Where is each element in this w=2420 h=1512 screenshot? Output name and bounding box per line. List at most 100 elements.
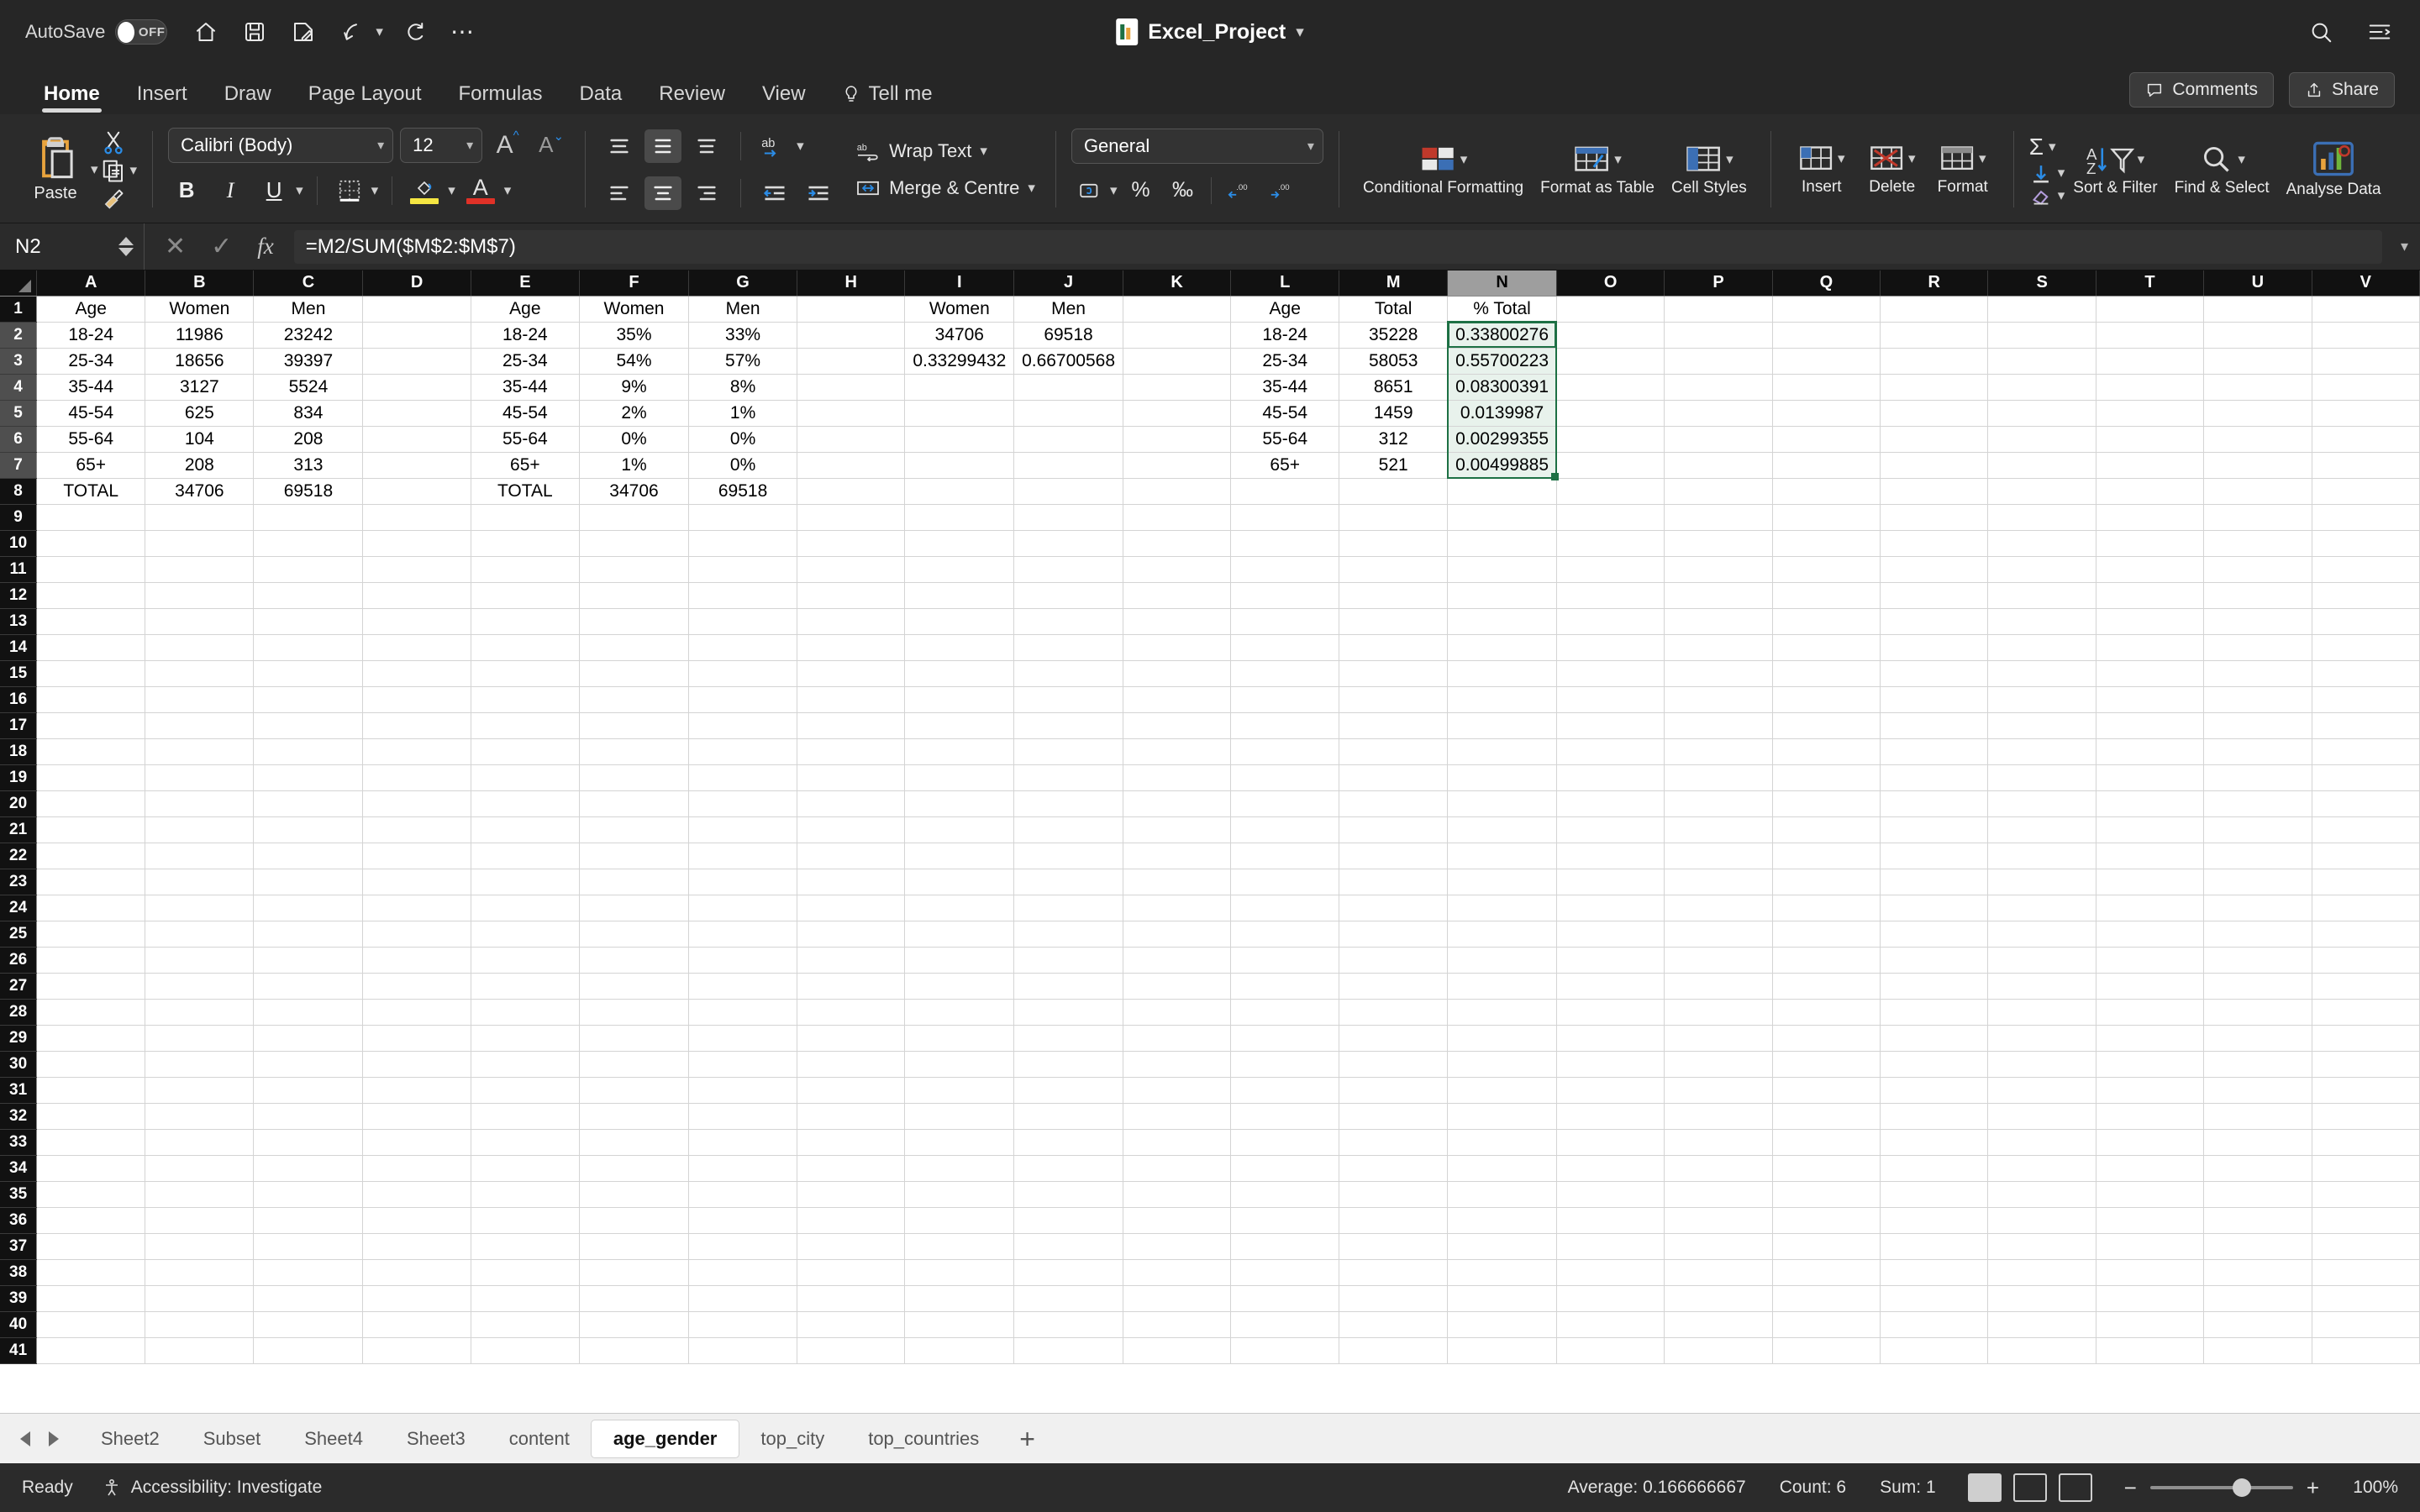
cell-m25[interactable] bbox=[1339, 921, 1449, 948]
cell-e6[interactable]: 55-64 bbox=[471, 426, 580, 453]
cell-m23[interactable] bbox=[1339, 869, 1449, 895]
cell-v1[interactable] bbox=[2312, 296, 2420, 323]
cell-e31[interactable] bbox=[471, 1077, 580, 1104]
cell-d2[interactable] bbox=[362, 322, 471, 349]
cell-a33[interactable] bbox=[36, 1129, 146, 1156]
orientation-button[interactable]: ab bbox=[756, 129, 793, 163]
cell-c13[interactable] bbox=[253, 608, 364, 635]
sheet-next-arrow-icon[interactable] bbox=[49, 1431, 59, 1446]
cell-e27[interactable] bbox=[471, 973, 580, 1000]
cell-n6[interactable]: 0.00299355 bbox=[1447, 426, 1557, 453]
cell-p38[interactable] bbox=[1664, 1259, 1773, 1286]
cell-v25[interactable] bbox=[2312, 921, 2420, 948]
cell-d30[interactable] bbox=[362, 1051, 471, 1078]
cell-s9[interactable] bbox=[1987, 504, 2096, 531]
cell-g11[interactable] bbox=[688, 556, 798, 583]
cell-b7[interactable]: 208 bbox=[145, 452, 255, 479]
cell-a12[interactable] bbox=[36, 582, 146, 609]
orientation-dropdown-chevron-icon[interactable]: ▾ bbox=[797, 138, 804, 155]
cell-c27[interactable] bbox=[253, 973, 364, 1000]
cell-h7[interactable] bbox=[797, 452, 906, 479]
row-header-17[interactable]: 17 bbox=[0, 712, 38, 739]
cell-m39[interactable] bbox=[1339, 1285, 1449, 1312]
cell-f20[interactable] bbox=[579, 790, 690, 817]
cell-p40[interactable] bbox=[1664, 1311, 1773, 1338]
cell-m41[interactable] bbox=[1339, 1337, 1449, 1364]
cell-c26[interactable] bbox=[253, 947, 364, 974]
cell-t22[interactable] bbox=[2096, 843, 2205, 869]
cell-o6[interactable] bbox=[1556, 426, 1665, 453]
cell-s30[interactable] bbox=[1987, 1051, 2096, 1078]
autosave-toggle[interactable]: OFF bbox=[115, 19, 168, 45]
row-header-31[interactable]: 31 bbox=[0, 1077, 38, 1104]
cell-f28[interactable] bbox=[579, 999, 690, 1026]
cell-s31[interactable] bbox=[1987, 1077, 2096, 1104]
cell-b19[interactable] bbox=[145, 764, 255, 791]
cell-h24[interactable] bbox=[797, 895, 906, 921]
cell-f6[interactable]: 0% bbox=[579, 426, 690, 453]
cell-o20[interactable] bbox=[1556, 790, 1665, 817]
cell-m37[interactable] bbox=[1339, 1233, 1449, 1260]
cell-r6[interactable] bbox=[1880, 426, 1989, 453]
cell-f21[interactable] bbox=[579, 816, 690, 843]
cell-j10[interactable] bbox=[1013, 530, 1123, 557]
cell-e3[interactable]: 25-34 bbox=[471, 348, 580, 375]
cell-p3[interactable] bbox=[1664, 348, 1773, 375]
cell-s36[interactable] bbox=[1987, 1207, 2096, 1234]
cell-j9[interactable] bbox=[1013, 504, 1123, 531]
cell-m31[interactable] bbox=[1339, 1077, 1449, 1104]
cell-n15[interactable] bbox=[1447, 660, 1557, 687]
cell-s41[interactable] bbox=[1987, 1337, 2096, 1364]
cell-u39[interactable] bbox=[2203, 1285, 2312, 1312]
cell-l14[interactable] bbox=[1230, 634, 1340, 661]
share-button[interactable]: Share bbox=[2288, 72, 2395, 108]
cell-f1[interactable]: Women bbox=[579, 296, 690, 323]
cell-t41[interactable] bbox=[2096, 1337, 2205, 1364]
cell-f33[interactable] bbox=[579, 1129, 690, 1156]
cell-d33[interactable] bbox=[362, 1129, 471, 1156]
font-name-select[interactable]: Calibri (Body) ▾ bbox=[168, 127, 394, 163]
cell-i33[interactable] bbox=[904, 1129, 1015, 1156]
cell-c20[interactable] bbox=[253, 790, 364, 817]
save-as-icon[interactable] bbox=[288, 17, 318, 47]
cell-s21[interactable] bbox=[1987, 816, 2096, 843]
cell-g41[interactable] bbox=[688, 1337, 798, 1364]
cell-n39[interactable] bbox=[1447, 1285, 1557, 1312]
cell-d40[interactable] bbox=[362, 1311, 471, 1338]
cell-d37[interactable] bbox=[362, 1233, 471, 1260]
cell-q12[interactable] bbox=[1772, 582, 1881, 609]
cell-i23[interactable] bbox=[904, 869, 1015, 895]
cell-e41[interactable] bbox=[471, 1337, 580, 1364]
cell-h21[interactable] bbox=[797, 816, 906, 843]
cell-k40[interactable] bbox=[1123, 1311, 1232, 1338]
cell-m33[interactable] bbox=[1339, 1129, 1449, 1156]
cell-r1[interactable] bbox=[1880, 296, 1989, 323]
cell-t37[interactable] bbox=[2096, 1233, 2205, 1260]
cell-e26[interactable] bbox=[471, 947, 580, 974]
cell-u18[interactable] bbox=[2203, 738, 2312, 765]
cell-u5[interactable] bbox=[2203, 400, 2312, 427]
cell-n32[interactable] bbox=[1447, 1103, 1557, 1130]
cell-e36[interactable] bbox=[471, 1207, 580, 1234]
cell-c33[interactable] bbox=[253, 1129, 364, 1156]
cell-d34[interactable] bbox=[362, 1155, 471, 1182]
cell-q1[interactable] bbox=[1772, 296, 1881, 323]
cell-r8[interactable] bbox=[1880, 478, 1989, 505]
cell-v28[interactable] bbox=[2312, 999, 2420, 1026]
cell-b8[interactable]: 34706 bbox=[145, 478, 255, 505]
cell-f29[interactable] bbox=[579, 1025, 690, 1052]
cell-l10[interactable] bbox=[1230, 530, 1340, 557]
cell-v9[interactable] bbox=[2312, 504, 2420, 531]
cell-k12[interactable] bbox=[1123, 582, 1232, 609]
cell-c24[interactable] bbox=[253, 895, 364, 921]
cell-h32[interactable] bbox=[797, 1103, 906, 1130]
column-header-l[interactable]: L bbox=[1230, 270, 1340, 297]
cell-h16[interactable] bbox=[797, 686, 906, 713]
cell-j41[interactable] bbox=[1013, 1337, 1123, 1364]
cell-g37[interactable] bbox=[688, 1233, 798, 1260]
column-header-p[interactable]: P bbox=[1664, 270, 1773, 297]
cell-s12[interactable] bbox=[1987, 582, 2096, 609]
cell-o33[interactable] bbox=[1556, 1129, 1665, 1156]
cell-u29[interactable] bbox=[2203, 1025, 2312, 1052]
cell-g21[interactable] bbox=[688, 816, 798, 843]
